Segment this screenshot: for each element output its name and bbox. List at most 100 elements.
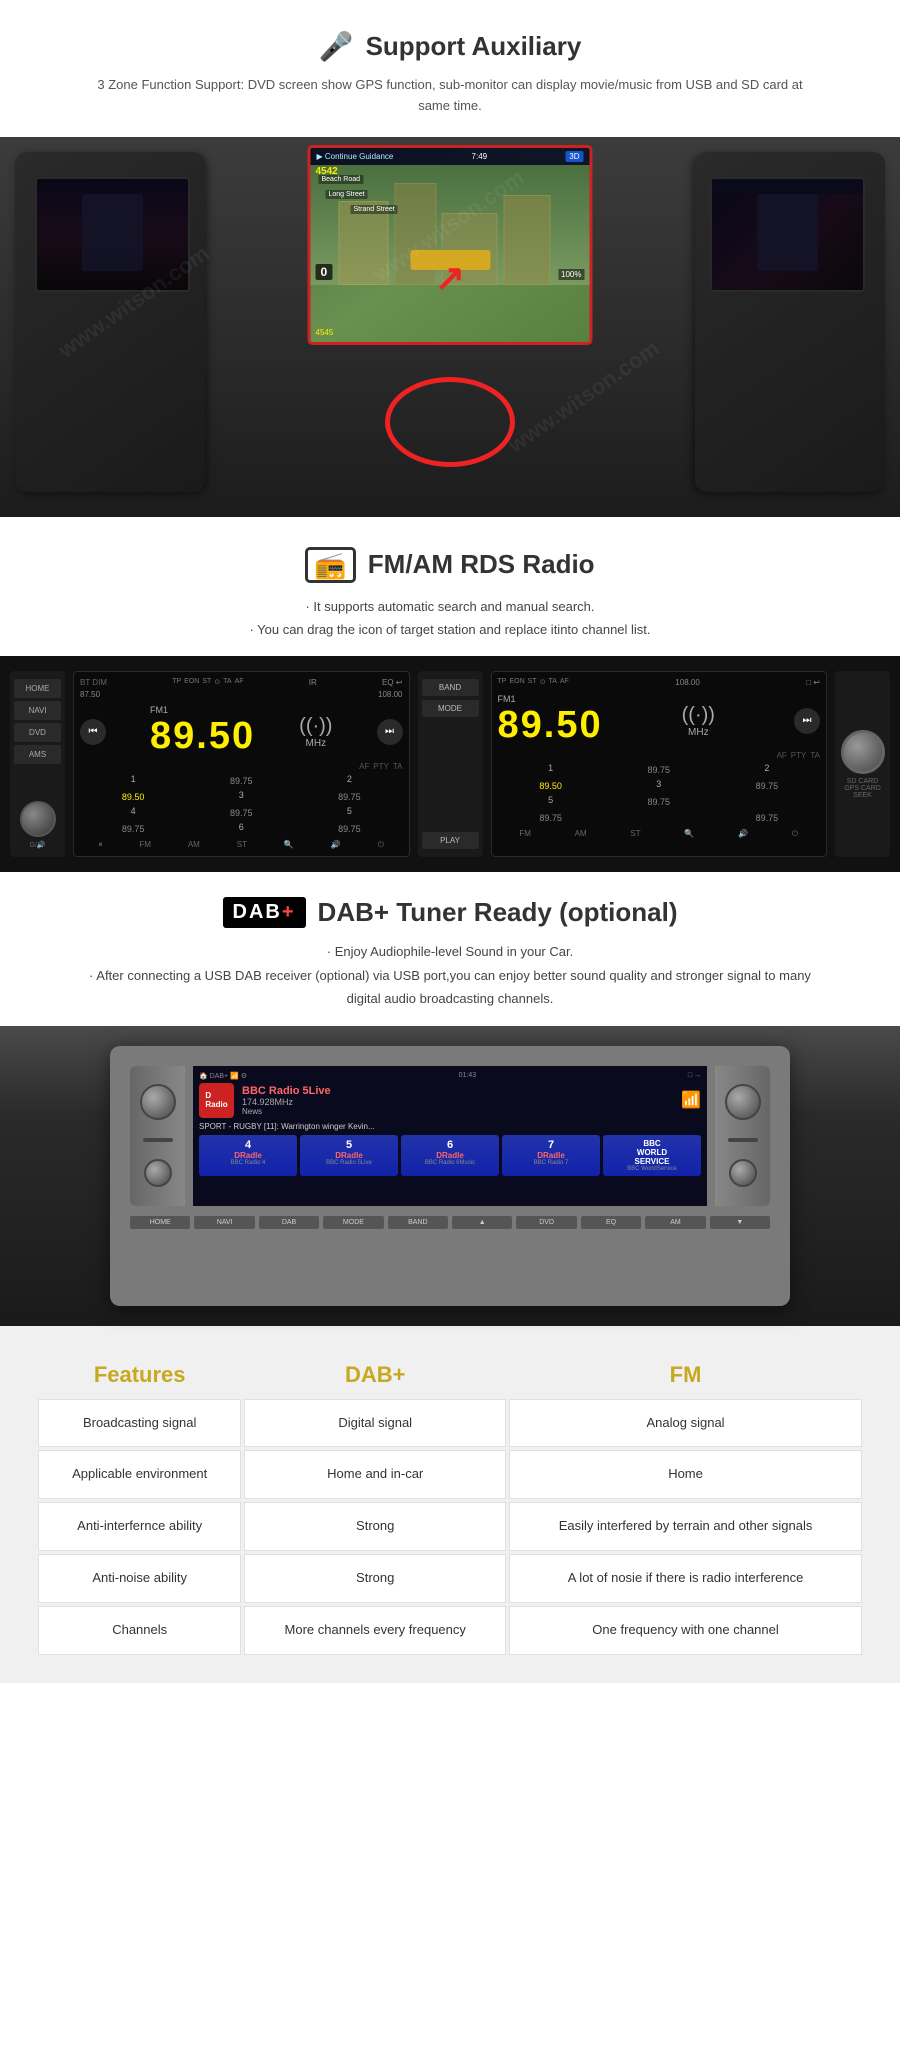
volume-knob-left[interactable] xyxy=(20,801,56,837)
icon2-power[interactable]: ⏻ xyxy=(792,829,798,839)
dab-channel-1[interactable]: 4 DRadle BBC Radio 4 xyxy=(199,1135,297,1176)
dab-btn-up[interactable]: ▲ xyxy=(452,1216,512,1229)
vol-label: G/🔊 xyxy=(14,841,61,849)
dab-time: 01:43 xyxy=(459,1072,477,1080)
dab-channel-5[interactable]: BBCWORLDSERVICE BBC WorldService xyxy=(603,1135,701,1176)
dab-btn-down[interactable]: ▼ xyxy=(710,1216,770,1229)
radio-nav-home[interactable]: HOME xyxy=(14,679,61,698)
dab-btn-eq[interactable]: EQ xyxy=(581,1216,641,1229)
p2-v6[interactable]: 89.75 xyxy=(714,811,820,825)
dab-knob-left[interactable] xyxy=(140,1084,176,1120)
radio-nav-ams[interactable]: AMS xyxy=(14,745,61,764)
icon2-vol[interactable]: 🔊 xyxy=(738,829,748,839)
monitor-left-content xyxy=(37,179,188,290)
preset-val-4[interactable]: 89.75 xyxy=(188,806,294,820)
p2-v1[interactable]: 89.75 xyxy=(606,763,712,777)
dab-hardware-section: 🏠 DAB+ 📶 ⚙ 01:43 □ → DRadio BBC Radio 5L… xyxy=(0,1026,900,1326)
radio2-af-pty-row: AF PTY TA xyxy=(498,751,821,760)
dab-btn-dab[interactable]: DAB xyxy=(259,1216,319,1229)
dab-channels-row: 4 DRadle BBC Radio 4 5 DRadle BBC Radio … xyxy=(199,1135,701,1176)
range-min: 87.50 xyxy=(80,690,100,699)
radio-mode-btn[interactable]: MODE xyxy=(422,700,479,717)
preset-val-2-active[interactable]: 89.50 xyxy=(80,790,186,804)
figure-right xyxy=(757,194,817,272)
icon2-fm[interactable]: FM xyxy=(519,829,531,839)
sd-card-label: SD CARD xyxy=(847,778,879,785)
preset-num-2: 2 xyxy=(296,774,402,788)
dab-station-cat: News xyxy=(242,1107,673,1116)
p2-5 xyxy=(714,795,820,809)
street-name-2: Long Street xyxy=(326,190,368,199)
dab-knob-right-2[interactable] xyxy=(729,1159,757,1187)
preset-val-3[interactable]: 89.75 xyxy=(296,790,402,804)
dab-channel-3[interactable]: 6 DRadle BBC Radio 6Music xyxy=(401,1135,499,1176)
icon-ta: TA xyxy=(223,678,231,687)
spacer-left xyxy=(14,767,61,794)
radio2-bottom-icons: FM AM ST 🔍 🔊 ⏻ xyxy=(498,829,821,839)
icon-st: ST xyxy=(202,678,211,687)
p2-v5[interactable]: 89.75 xyxy=(498,811,604,825)
dab-btn-home[interactable]: HOME xyxy=(130,1216,190,1229)
radio-forward-btn[interactable]: ⏭ xyxy=(377,719,403,745)
bottom-power[interactable]: ⏻ xyxy=(378,840,384,850)
dab-channel-4[interactable]: 7 DRadle BBC Radio 7 xyxy=(502,1135,600,1176)
radio-section-header: 📻 FM/AM RDS Radio · It supports automati… xyxy=(0,517,900,657)
table-row: Channels More channels every frequency O… xyxy=(38,1606,862,1655)
gps-nav-screen: ▶ Continue Guidance 7:49 3D Beach Road L… xyxy=(308,145,593,345)
bottom-am[interactable]: AM xyxy=(188,840,200,850)
feat-dab-3: Strong xyxy=(244,1502,506,1551)
dab-left-panel xyxy=(130,1066,185,1206)
radio-main-knob[interactable] xyxy=(841,730,885,774)
p2-v4[interactable]: 89.75 xyxy=(606,795,712,809)
p2-v2[interactable]: 89.50 xyxy=(498,779,604,793)
dab-knob-right[interactable] xyxy=(725,1084,761,1120)
vol-knob-left[interactable]: G/🔊 xyxy=(14,797,61,849)
icon-tp: TP xyxy=(172,678,181,687)
feat-label-5: Channels xyxy=(38,1606,241,1655)
building-4 xyxy=(503,195,550,285)
feat-fm-3: Easily interfered by terrain and other s… xyxy=(509,1502,862,1551)
icon-pause[interactable]: ⏸ xyxy=(98,840,102,850)
bottom-search[interactable]: 🔍 xyxy=(284,840,294,850)
dab-btn-dvd[interactable]: DVD xyxy=(516,1216,576,1229)
radio-ir-label: IR xyxy=(309,678,317,687)
icon2-ta: TA xyxy=(548,678,556,687)
gps-3d-button[interactable]: 3D xyxy=(565,151,583,162)
auxiliary-title: Support Auxiliary xyxy=(366,31,582,62)
preset-val-5[interactable]: 89.75 xyxy=(80,822,186,836)
dab-btn-band[interactable]: BAND xyxy=(388,1216,448,1229)
bottom-fm[interactable]: FM xyxy=(139,840,151,850)
bottom-vol[interactable]: 🔊 xyxy=(331,840,341,850)
dab-station-freq: 174.928MHz xyxy=(242,1097,673,1107)
preset-num-5: 5 xyxy=(296,806,402,820)
radio2-forward-btn[interactable]: ⏭ xyxy=(794,708,820,734)
auxiliary-title-row: 🎤 Support Auxiliary xyxy=(80,30,820,63)
radio-bullet-2: · You can drag the icon of target statio… xyxy=(80,618,820,641)
radio-rewind-btn[interactable]: ⏮ xyxy=(80,719,106,745)
preset-val-1[interactable]: 89.75 xyxy=(188,774,294,788)
feat-label-3: Anti-interfernce ability xyxy=(38,1502,241,1551)
dab-btn-navi[interactable]: NAVI xyxy=(194,1216,254,1229)
bottom-st[interactable]: ST xyxy=(237,840,247,850)
radio-icon: 📻 xyxy=(305,547,355,583)
preset-val-6[interactable]: 89.75 xyxy=(296,822,402,836)
radio-play-btn[interactable]: PLAY xyxy=(422,832,479,849)
radio-nav-dvd[interactable]: DVD xyxy=(14,723,61,742)
dab-btn-am[interactable]: AM xyxy=(645,1216,705,1229)
radio-band-btn[interactable]: BAND xyxy=(422,679,479,696)
radio2-presets: 1 89.75 2 89.50 3 89.75 5 89.75 89.75 89… xyxy=(498,763,821,825)
dab-knob-left-2[interactable] xyxy=(144,1159,172,1187)
icon2-st2[interactable]: ST xyxy=(630,829,640,839)
radio-mhz-label: MHz xyxy=(299,738,332,749)
icon2-search[interactable]: 🔍 xyxy=(684,829,694,839)
icon-ta2: TA xyxy=(393,762,403,771)
features-header-row: Features DAB+ FM xyxy=(38,1354,862,1396)
dab-logo-box: DAB+ xyxy=(223,897,306,928)
icon2-am[interactable]: AM xyxy=(575,829,587,839)
dab-channel-2[interactable]: 5 DRadle BBC Radio 5Live xyxy=(300,1135,398,1176)
p2-v3[interactable]: 89.75 xyxy=(714,779,820,793)
feat-dab-1: Digital signal xyxy=(244,1399,506,1448)
radio-nav-navi[interactable]: NAVI xyxy=(14,701,61,720)
radio-left-nav: HOME NAVI DVD AMS G/🔊 xyxy=(10,671,65,857)
dab-btn-mode[interactable]: MODE xyxy=(323,1216,383,1229)
